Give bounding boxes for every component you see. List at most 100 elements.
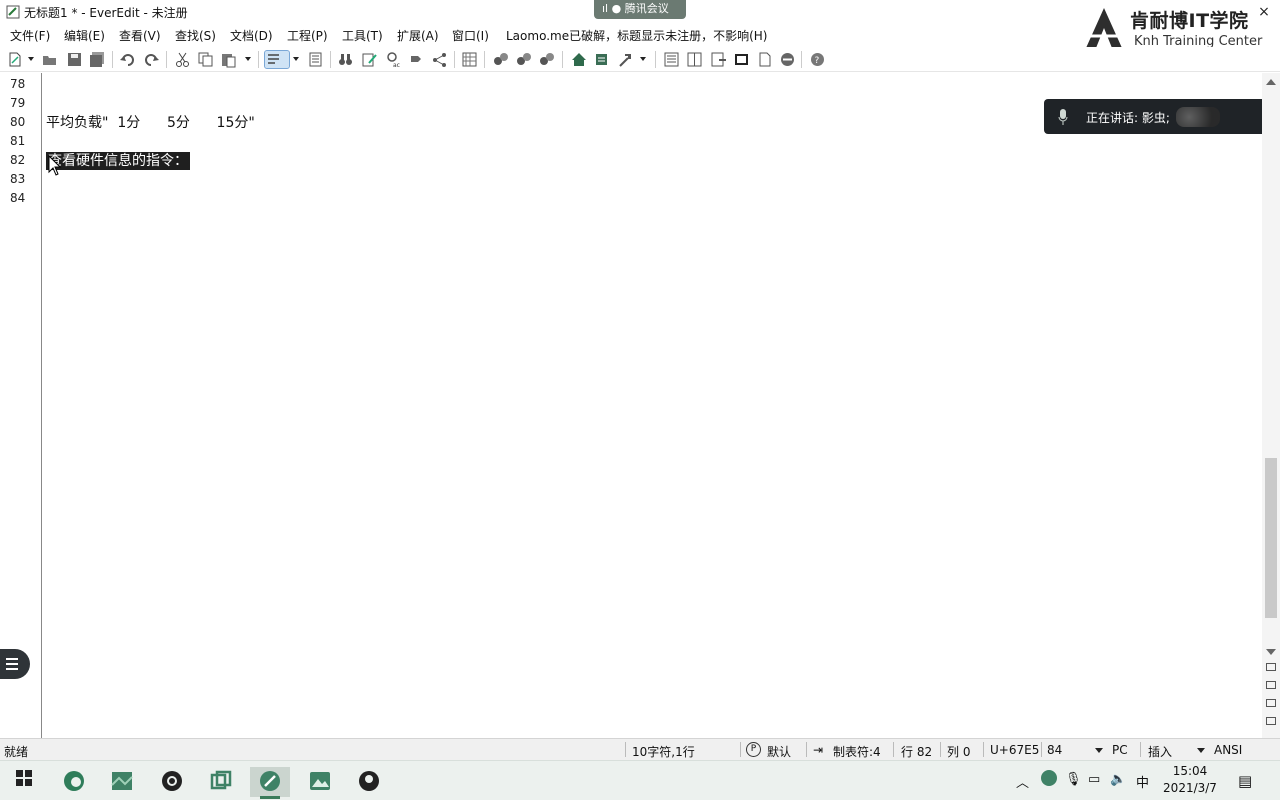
ime-indicator[interactable]: 中 bbox=[1136, 772, 1149, 791]
taskbar-everedit[interactable] bbox=[250, 767, 290, 799]
undo-icon[interactable] bbox=[119, 51, 136, 68]
find-in-files-icon[interactable] bbox=[361, 51, 378, 68]
windows-logo-icon bbox=[16, 770, 32, 786]
vertical-scrollbar[interactable] bbox=[1262, 73, 1280, 738]
taskbar-meeting[interactable] bbox=[349, 767, 389, 797]
show-hidden-icons-chevron-icon[interactable]: ︿ bbox=[1016, 772, 1029, 791]
save-all-icon[interactable] bbox=[89, 51, 106, 68]
clip-icon[interactable] bbox=[593, 51, 610, 68]
taskbar-vm[interactable] bbox=[201, 767, 241, 797]
redo-icon[interactable] bbox=[143, 51, 160, 68]
document-view-icon[interactable] bbox=[307, 51, 324, 68]
copy-icon[interactable] bbox=[197, 51, 214, 68]
browser-icon[interactable] bbox=[779, 51, 796, 68]
volume-icon[interactable]: 🔈 bbox=[1110, 772, 1126, 787]
eol-dropdown-arrow[interactable] bbox=[1095, 748, 1103, 753]
line-text[interactable]: 平均负载" 1分 5分 15分" bbox=[46, 112, 255, 132]
menu-project[interactable]: 工程(P) bbox=[287, 27, 328, 44]
find-next-icon[interactable] bbox=[409, 51, 426, 68]
line-number: 82 bbox=[10, 153, 26, 167]
view-toggle-icon[interactable] bbox=[1266, 663, 1276, 671]
macro-record-icon[interactable] bbox=[492, 51, 509, 68]
system-clock[interactable]: 15:04 2021/3/7 bbox=[1160, 763, 1220, 797]
home-icon[interactable] bbox=[570, 51, 587, 68]
view-toggle-icon[interactable] bbox=[1266, 699, 1276, 707]
view-toggle-icon[interactable] bbox=[1266, 717, 1276, 725]
tools-dropdown-arrow[interactable] bbox=[640, 57, 646, 61]
taskbar-edge[interactable] bbox=[54, 767, 94, 797]
word-wrap-dropdown-arrow[interactable] bbox=[293, 57, 299, 61]
menu-view[interactable]: 查看(V) bbox=[119, 27, 161, 44]
status-encoding[interactable]: ANSI bbox=[1214, 743, 1242, 757]
tray-microphone-icon[interactable]: 🎙 bbox=[1065, 772, 1082, 787]
list-view-icon[interactable] bbox=[663, 51, 680, 68]
find-icon[interactable] bbox=[337, 51, 354, 68]
replace-icon[interactable]: ac bbox=[385, 51, 402, 68]
menu-edit[interactable]: 编辑(E) bbox=[64, 27, 105, 44]
open-file-icon[interactable] bbox=[41, 51, 58, 68]
status-separator bbox=[1140, 742, 1141, 757]
help-icon[interactable]: ? bbox=[809, 51, 826, 68]
macro-run-icon[interactable] bbox=[538, 51, 555, 68]
tray-app-icon[interactable] bbox=[1041, 770, 1057, 786]
new-file-dropdown-arrow[interactable] bbox=[28, 57, 34, 61]
cut-icon[interactable] bbox=[174, 51, 191, 68]
status-tab-size[interactable]: 制表符:4 bbox=[833, 743, 881, 760]
menu-search[interactable]: 查找(S) bbox=[175, 27, 216, 44]
split-view-icon[interactable] bbox=[686, 51, 703, 68]
taskbar-obs[interactable] bbox=[152, 767, 192, 797]
signal-icon: ıl ● bbox=[602, 2, 622, 15]
status-separator bbox=[1041, 742, 1042, 757]
tools-hammer-icon[interactable] bbox=[617, 51, 634, 68]
editor-line[interactable]: 83 bbox=[0, 170, 1262, 189]
share-icon[interactable] bbox=[431, 51, 448, 68]
paste-dropdown-arrow[interactable] bbox=[245, 57, 251, 61]
toolbar-separator bbox=[484, 51, 485, 68]
scroll-up-arrow-icon[interactable] bbox=[1266, 79, 1276, 85]
scrollbar-thumb[interactable] bbox=[1265, 458, 1277, 618]
editor-line[interactable]: 78 bbox=[0, 75, 1262, 94]
menu-window[interactable]: 窗口(I) bbox=[452, 27, 489, 44]
status-profile[interactable]: 默认 bbox=[767, 743, 791, 760]
macro-play-icon[interactable] bbox=[515, 51, 532, 68]
everedit-app-icon bbox=[6, 5, 20, 19]
encoding-dropdown-arrow[interactable] bbox=[1197, 748, 1205, 753]
taskbar-photos[interactable] bbox=[300, 767, 340, 797]
word-wrap-icon[interactable] bbox=[264, 50, 290, 69]
start-button[interactable] bbox=[4, 767, 44, 797]
menu-extensions[interactable]: 扩展(A) bbox=[397, 27, 439, 44]
fullscreen-icon[interactable] bbox=[733, 51, 750, 68]
editor-line[interactable]: 81 bbox=[0, 132, 1262, 151]
menu-file[interactable]: 文件(F) bbox=[10, 27, 50, 44]
menu-document[interactable]: 文档(D) bbox=[230, 27, 273, 44]
taskbar-app-map[interactable] bbox=[102, 767, 142, 797]
line-text[interactable]: 查看硬件信息的指令： bbox=[46, 150, 190, 170]
save-icon[interactable] bbox=[66, 51, 83, 68]
new-file-icon[interactable] bbox=[6, 51, 23, 68]
network-icon[interactable]: ▭ bbox=[1088, 772, 1100, 787]
hex-mode-icon[interactable] bbox=[461, 51, 478, 68]
editor-area[interactable]: 78 79 80 平均负载" 1分 5分 15分" 81 82 查看硬件信息的指… bbox=[0, 73, 1262, 738]
line-number: 79 bbox=[10, 96, 26, 110]
floating-menu-button[interactable] bbox=[0, 649, 30, 679]
menu-help[interactable]: Laomo.me已破解，标题显示未注册，不影响(H) bbox=[506, 27, 767, 44]
paste-icon[interactable] bbox=[220, 51, 237, 68]
menu-tools[interactable]: 工具(T) bbox=[342, 27, 383, 44]
meeting-indicator[interactable]: ıl ● 腾讯会议 bbox=[594, 0, 686, 19]
status-eol[interactable]: PC bbox=[1112, 743, 1128, 757]
taskbar: ︿ 🎙 ▭ 🔈 中 15:04 2021/3/7 ▤ bbox=[0, 760, 1280, 800]
photos-app-icon bbox=[310, 772, 330, 790]
selected-text[interactable]: 查看硬件信息的指令： bbox=[46, 152, 190, 170]
editor-line[interactable]: 82 查看硬件信息的指令： bbox=[0, 150, 1262, 170]
view-toggle-icon[interactable] bbox=[1266, 681, 1276, 689]
close-window-button[interactable]: × bbox=[1254, 4, 1274, 20]
document-icon[interactable] bbox=[756, 51, 773, 68]
status-mode[interactable]: 插入 bbox=[1148, 743, 1172, 760]
toolbar-separator bbox=[655, 51, 656, 68]
notification-center-icon[interactable]: ▤ bbox=[1238, 772, 1252, 790]
scroll-down-arrow-icon[interactable] bbox=[1266, 649, 1276, 655]
meeting-app-icon bbox=[359, 771, 379, 791]
export-icon[interactable] bbox=[710, 51, 727, 68]
status-ready: 就绪 bbox=[4, 745, 29, 759]
editor-line[interactable]: 84 bbox=[0, 189, 1262, 208]
